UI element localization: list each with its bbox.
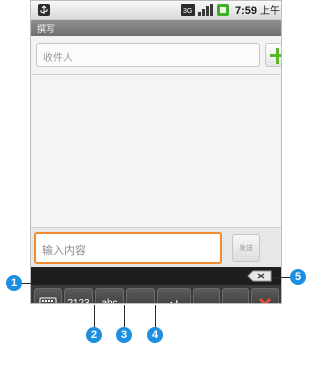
callout-3: 3 bbox=[116, 327, 132, 343]
message-thread-area bbox=[31, 75, 281, 227]
clock: 7:59 上午 bbox=[235, 2, 280, 17]
settings-key[interactable] bbox=[251, 288, 279, 303]
numbers-key[interactable]: ?123 bbox=[64, 288, 93, 303]
battery-icon bbox=[217, 4, 229, 16]
message-placeholder: 输入内容 bbox=[42, 244, 86, 257]
phone-screen: 3G 7:59 上午 撰写 收件人 输入内容 发送 ?123 abc ␣ ↵ ,… bbox=[30, 0, 282, 304]
callout-4: 4 bbox=[147, 327, 163, 343]
recipient-input[interactable]: 收件人 bbox=[36, 43, 260, 67]
callout-1-leader bbox=[22, 283, 36, 284]
period-key[interactable]: 。 bbox=[222, 288, 249, 303]
backspace-icon[interactable] bbox=[247, 270, 273, 282]
signal-icon: 3G bbox=[181, 4, 213, 16]
callout-2: 2 bbox=[86, 327, 102, 343]
recipient-placeholder: 收件人 bbox=[43, 53, 73, 64]
screen-title: 撰写 bbox=[37, 25, 56, 35]
comma-key[interactable]: , bbox=[193, 288, 220, 303]
compose-row: 输入内容 发送 bbox=[31, 227, 281, 268]
add-recipient-button[interactable] bbox=[265, 43, 281, 67]
callout-3-leader bbox=[124, 305, 125, 327]
clock-ampm: 上午 bbox=[260, 6, 281, 17]
callout-4-leader bbox=[155, 305, 156, 327]
message-input[interactable]: 输入内容 bbox=[34, 232, 222, 264]
abc-key[interactable]: abc bbox=[95, 288, 124, 303]
clock-time: 7:59 bbox=[235, 5, 258, 17]
callout-2-leader bbox=[94, 305, 95, 327]
keyboard-candidate-bar bbox=[31, 267, 281, 285]
callout-5-leader bbox=[272, 277, 290, 278]
keyboard-key-row: ?123 abc ␣ ↵ , 。 bbox=[31, 285, 281, 303]
keyboard-switch-key[interactable] bbox=[34, 288, 62, 303]
send-button[interactable]: 发送 bbox=[232, 234, 260, 262]
usb-icon bbox=[38, 4, 50, 16]
svg-text:3G: 3G bbox=[183, 8, 192, 15]
plus-icon-stem bbox=[276, 48, 279, 64]
callout-5: 5 bbox=[290, 269, 306, 285]
recipient-row: 收件人 bbox=[31, 36, 281, 75]
space-key[interactable]: ␣ bbox=[126, 288, 155, 303]
enter-key[interactable]: ↵ bbox=[157, 288, 191, 303]
keyboard-icon bbox=[39, 297, 57, 303]
title-bar: 撰写 bbox=[31, 20, 281, 36]
callout-1: 1 bbox=[6, 275, 22, 291]
status-bar: 3G 7:59 上午 bbox=[31, 1, 281, 20]
tools-icon bbox=[258, 297, 272, 303]
send-label: 发送 bbox=[239, 244, 253, 252]
